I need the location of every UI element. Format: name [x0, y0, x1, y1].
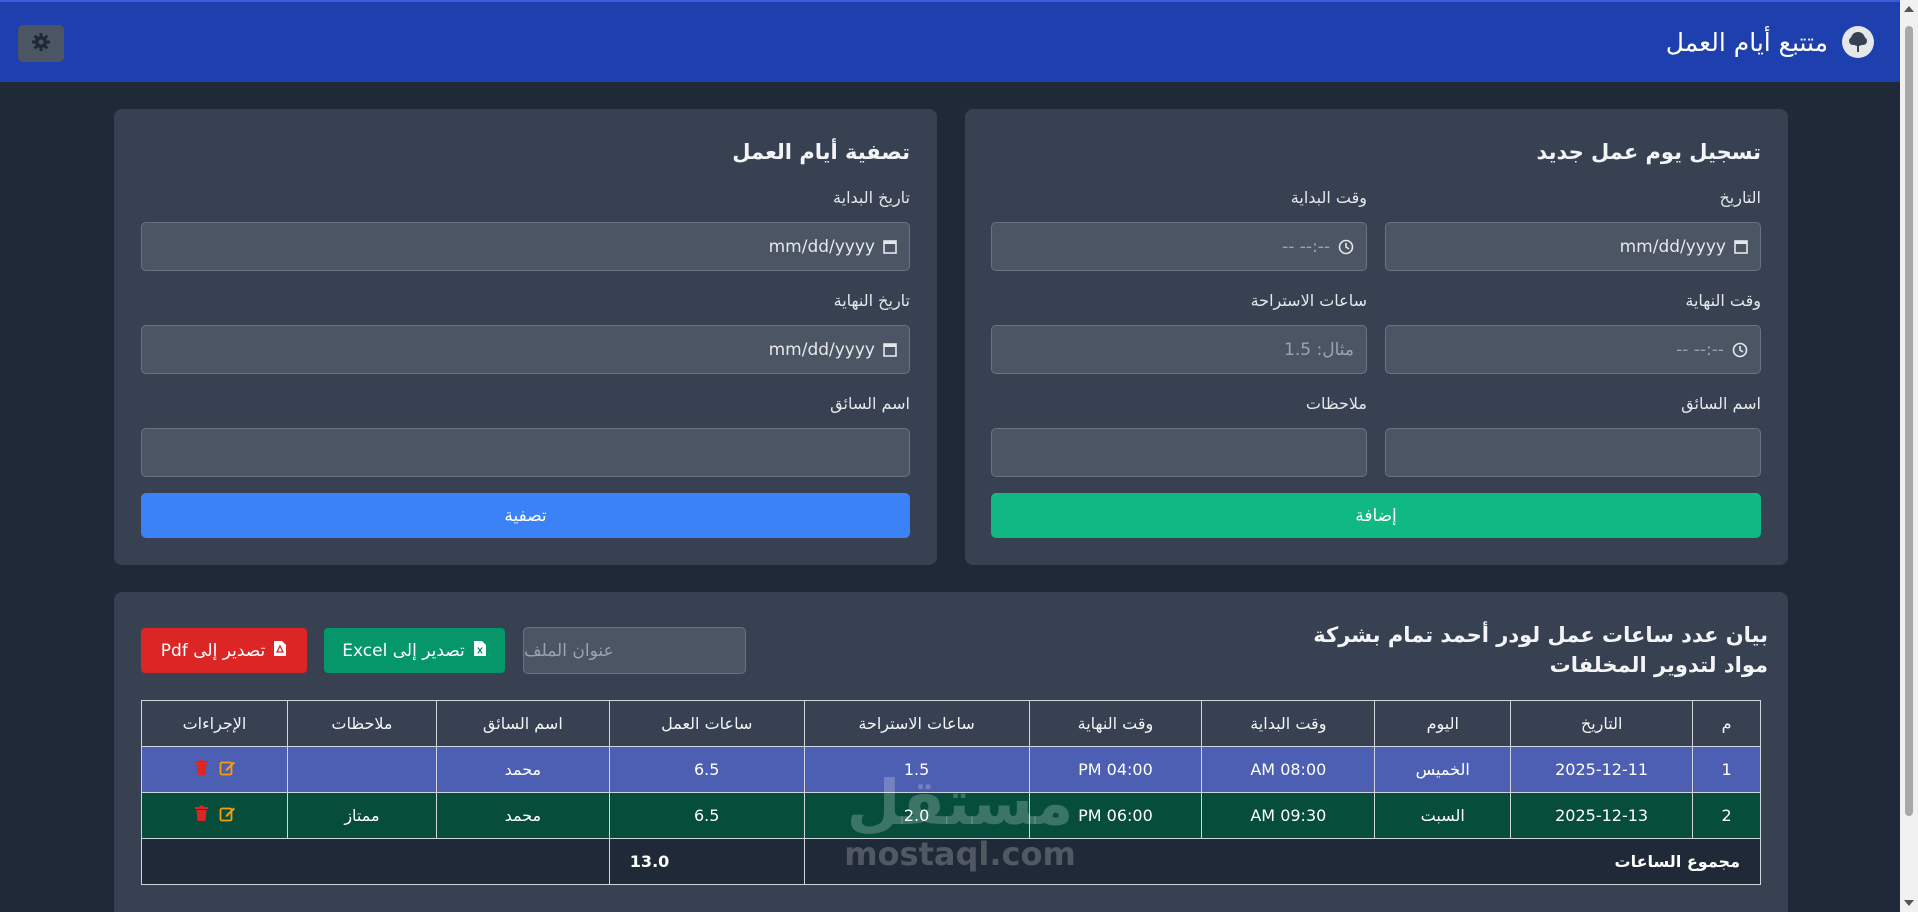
file-title-placeholder: عنوان الملف	[524, 640, 614, 661]
cell-driver: محمد	[435, 792, 610, 839]
end-time-input[interactable]: --:-- --	[1385, 325, 1761, 374]
cell-break-hours: 2.0	[803, 792, 1030, 839]
filter-title: تصفية أيام العمل	[732, 140, 910, 164]
cell-end-time: 04:00 PM	[1028, 746, 1203, 793]
col-work-hours[interactable]: ساعات العمل	[608, 700, 805, 747]
cell-notes	[287, 746, 437, 793]
scroll-up-arrow[interactable]	[1904, 6, 1914, 12]
col-start-time[interactable]: وقت البداية	[1201, 700, 1376, 747]
cell-end-time: 06:00 PM	[1028, 792, 1203, 839]
total-row: مجموع الساعات 13.0	[141, 838, 1762, 885]
col-notes[interactable]: ملاحظات	[287, 700, 437, 747]
cell-start-time: 09:30 AM	[1201, 792, 1376, 839]
scroll-down-arrow[interactable]	[1904, 900, 1914, 906]
filter-end-date-value: mm/dd/yyyy	[768, 339, 875, 360]
cell-work-hours: 6.5	[608, 792, 805, 839]
col-day[interactable]: اليوم	[1374, 700, 1512, 747]
trash-icon[interactable]	[194, 759, 209, 780]
break-hours-placeholder: مثال: 1.5	[1284, 339, 1354, 360]
break-hours-input[interactable]: مثال: 1.5	[991, 325, 1367, 374]
add-button[interactable]: إضافة	[991, 493, 1761, 538]
start-time-input[interactable]: --:-- --	[991, 222, 1367, 271]
notes-input[interactable]	[991, 428, 1367, 477]
cell-actions	[141, 792, 288, 839]
cell-date: 2025-12-13	[1510, 792, 1694, 839]
filter-driver-input[interactable]	[141, 428, 910, 477]
cell-num: 1	[1692, 746, 1761, 793]
filter-button[interactable]: تصفية	[141, 493, 910, 538]
col-break-hours[interactable]: ساعات الاستراحة	[803, 700, 1030, 747]
top-navbar: متتبع أيام العمل	[0, 0, 1900, 82]
total-label: مجموع الساعات	[803, 838, 1762, 885]
start-time-value: --:-- --	[1282, 236, 1330, 257]
export-pdf-label: تصدير إلى Pdf	[160, 640, 266, 661]
filter-start-date-input[interactable]: mm/dd/yyyy	[141, 222, 910, 271]
cell-day: الخميس	[1374, 746, 1512, 793]
col-end-time[interactable]: وقت النهاية	[1028, 700, 1203, 747]
calendar-icon[interactable]	[883, 239, 897, 254]
edit-icon[interactable]	[219, 805, 236, 826]
svg-text:X: X	[477, 646, 484, 655]
cell-start-time: 08:00 AM	[1201, 746, 1376, 793]
tree-icon	[1842, 26, 1874, 58]
clock-icon[interactable]	[1338, 239, 1354, 255]
scrollbar-thumb[interactable]	[1905, 26, 1913, 816]
table-row: 1 2025-12-11 الخميس 08:00 AM 04:00 PM 1.…	[141, 746, 1761, 793]
break-hours-label: ساعات الاستراحة	[1250, 291, 1367, 310]
cell-break-hours: 1.5	[803, 746, 1030, 793]
cell-day: السبت	[1374, 792, 1512, 839]
export-excel-button[interactable]: X تصدير إلى Excel	[324, 628, 505, 673]
cell-driver: محمد	[435, 746, 610, 793]
page-scrollbar[interactable]	[1900, 0, 1918, 912]
start-time-label: وقت البداية	[1290, 188, 1367, 207]
cell-actions	[141, 746, 288, 793]
settings-button[interactable]	[18, 25, 64, 62]
file-pdf-icon	[273, 640, 287, 662]
total-value: 13.0	[608, 838, 805, 885]
table-row: 2 2025-12-13 السبت 09:30 AM 06:00 PM 2.0…	[141, 792, 1761, 839]
cell-num: 2	[1692, 792, 1761, 839]
driver-input[interactable]	[1385, 428, 1761, 477]
brand[interactable]: متتبع أيام العمل	[1666, 22, 1874, 62]
end-time-label: وقت النهاية	[1685, 291, 1761, 310]
clock-icon[interactable]	[1732, 342, 1748, 358]
export-pdf-button[interactable]: تصدير إلى Pdf	[141, 628, 307, 673]
filter-start-date-label: تاريخ البداية	[833, 188, 910, 207]
date-input[interactable]: mm/dd/yyyy	[1385, 222, 1761, 271]
filter-driver-label: اسم السائق	[830, 394, 910, 413]
col-driver[interactable]: اسم السائق	[435, 700, 610, 747]
gear-icon	[31, 32, 51, 55]
cell-date: 2025-12-11	[1510, 746, 1694, 793]
add-workday-title: تسجيل يوم عمل جديد	[1536, 140, 1761, 164]
cell-notes: ممتاز	[287, 792, 437, 839]
calendar-icon[interactable]	[883, 342, 897, 357]
total-empty-cell	[141, 838, 610, 885]
edit-icon[interactable]	[219, 759, 236, 780]
col-actions: الإجراءات	[141, 700, 288, 747]
col-date[interactable]: التاريخ	[1510, 700, 1694, 747]
file-excel-icon: X	[473, 640, 487, 662]
trash-icon[interactable]	[194, 805, 209, 826]
filter-end-date-label: تاريخ النهاية	[833, 291, 910, 310]
report-title: بيان عدد ساعات عمل لودر أحمد تمام بشركة …	[1313, 623, 1768, 677]
table-header-row: م التاريخ اليوم وقت البداية وقت النهاية …	[141, 700, 1761, 747]
export-excel-label: تصدير إلى Excel	[342, 640, 465, 661]
calendar-icon[interactable]	[1734, 239, 1748, 254]
cell-work-hours: 6.5	[608, 746, 805, 793]
date-input-value: mm/dd/yyyy	[1619, 236, 1726, 257]
app-title: متتبع أيام العمل	[1665, 27, 1828, 57]
col-num[interactable]: م	[1692, 700, 1761, 747]
end-time-value: --:-- --	[1676, 339, 1724, 360]
notes-label: ملاحظات	[1305, 394, 1367, 413]
date-label: التاريخ	[1719, 188, 1761, 207]
workdays-table: م التاريخ اليوم وقت البداية وقت النهاية …	[141, 700, 1762, 885]
driver-label: اسم السائق	[1681, 394, 1761, 413]
filter-end-date-input[interactable]: mm/dd/yyyy	[141, 325, 910, 374]
filter-start-date-value: mm/dd/yyyy	[768, 236, 875, 257]
file-title-input[interactable]: عنوان الملف	[523, 627, 746, 674]
